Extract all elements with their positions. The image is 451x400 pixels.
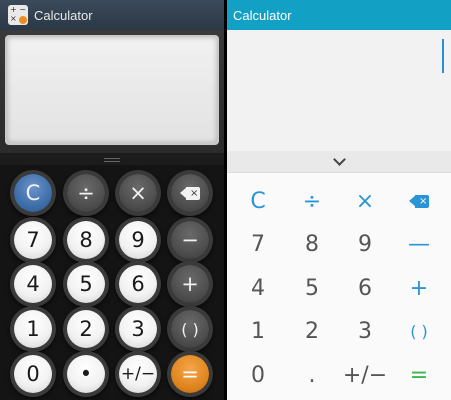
- key-label: 8: [79, 228, 93, 252]
- right-app-title: Calculator: [233, 7, 292, 23]
- key-label: C: [250, 188, 266, 214]
- key-label: 4: [251, 275, 265, 301]
- key-label: 1: [26, 317, 40, 341]
- key-label: •: [79, 362, 93, 386]
- key-label: 4: [26, 272, 40, 296]
- key-divide[interactable]: ÷: [67, 174, 105, 212]
- key-label: 2: [305, 318, 319, 344]
- key-label: −: [181, 228, 199, 252]
- right-title-bar: Calculator: [227, 0, 451, 30]
- left-keypad: C ÷ × × 7 8 9 − 4 5 6 +1 2 3 ( ) 0 • +/− =: [0, 165, 224, 400]
- key-label: —: [408, 231, 430, 257]
- key-label: 3: [358, 318, 372, 344]
- backspace-icon: ×: [180, 186, 200, 200]
- key-label: 6: [358, 275, 372, 301]
- key-1[interactable]: 1: [233, 306, 283, 356]
- key-2[interactable]: 2: [287, 306, 337, 356]
- app-icon-dot: [19, 16, 27, 24]
- key-7[interactable]: 7: [233, 219, 283, 269]
- key-label: ÷: [302, 188, 322, 214]
- key-3[interactable]: 3: [119, 310, 157, 348]
- calculator-app-icon: + − ×: [8, 5, 28, 25]
- key-plusminus[interactable]: +/−: [340, 350, 390, 400]
- left-resize-handle[interactable]: [104, 158, 120, 162]
- key-label: =: [181, 362, 199, 386]
- key-label: .: [308, 362, 316, 388]
- key-minus[interactable]: —: [394, 219, 444, 269]
- key-label: +/−: [342, 362, 388, 388]
- right-keypad: C ÷ × × 7 8 9 — 4 5 6 +1 2 3 ( ) 0. +/− =: [227, 173, 451, 400]
- key-backspace[interactable]: ×: [171, 174, 209, 212]
- key-label: 9: [131, 228, 145, 252]
- key-decimal[interactable]: •: [67, 355, 105, 393]
- key-4[interactable]: 4: [14, 265, 52, 303]
- key-3[interactable]: 3: [340, 306, 390, 356]
- key-0[interactable]: 0: [14, 355, 52, 393]
- key-1[interactable]: 1: [14, 310, 52, 348]
- chevron-down-icon: [332, 152, 346, 166]
- key-plusminus[interactable]: +/−: [119, 355, 157, 393]
- key-label: 9: [358, 231, 372, 257]
- key-equals[interactable]: =: [394, 350, 444, 400]
- left-calculator-window: + − × Calculator C ÷ × × 7 8 9 − 4 5 6 +1 2 3 ( ) 0 • +/−…: [0, 0, 224, 400]
- left-display-area: [0, 30, 224, 153]
- key-label: 3: [131, 317, 145, 341]
- key-label: 0: [251, 362, 265, 388]
- key-clear[interactable]: C: [14, 174, 52, 212]
- key-label: ( ): [181, 319, 199, 339]
- key-decimal[interactable]: .: [287, 350, 337, 400]
- key-9[interactable]: 9: [119, 221, 157, 259]
- key-label: ×: [355, 188, 375, 214]
- left-app-title: Calculator: [34, 7, 93, 23]
- left-display-screen[interactable]: [5, 35, 219, 145]
- key-label: C: [25, 181, 41, 205]
- key-multiply[interactable]: ×: [119, 174, 157, 212]
- key-parentheses[interactable]: ( ): [394, 306, 444, 356]
- key-label: ÷: [77, 181, 95, 205]
- key-0[interactable]: 0: [233, 350, 283, 400]
- key-label: +: [409, 275, 429, 301]
- right-display-screen[interactable]: [227, 30, 451, 151]
- key-minus[interactable]: −: [171, 221, 209, 259]
- key-label: 5: [305, 275, 319, 301]
- key-label: 8: [305, 231, 319, 257]
- key-label: 6: [131, 272, 145, 296]
- text-cursor: [442, 39, 444, 73]
- key-label: ( ): [410, 321, 428, 341]
- left-title-bar: + − × Calculator: [0, 0, 224, 30]
- key-label: =: [409, 362, 429, 388]
- key-2[interactable]: 2: [67, 310, 105, 348]
- key-label: +/−: [120, 364, 156, 384]
- key-label: 5: [79, 272, 93, 296]
- key-label: +: [181, 272, 199, 296]
- key-label: 2: [79, 317, 93, 341]
- right-calculator-window: Calculator C ÷ × × 7 8 9 — 4 5 6 +1 2 3 ( ) 0. +/− =: [227, 0, 451, 400]
- key-5[interactable]: 5: [67, 265, 105, 303]
- key-label: 7: [251, 231, 265, 257]
- key-6[interactable]: 6: [119, 265, 157, 303]
- key-8[interactable]: 8: [287, 219, 337, 269]
- app-icon-glyph: −: [19, 5, 26, 14]
- app-icon-glyph: +: [10, 5, 17, 14]
- key-equals[interactable]: =: [171, 355, 209, 393]
- expand-toggle-bar[interactable]: [227, 151, 451, 173]
- key-7[interactable]: 7: [14, 221, 52, 259]
- key-plus[interactable]: +: [171, 265, 209, 303]
- app-icon-glyph: ×: [10, 14, 17, 23]
- key-label: ×: [129, 181, 147, 205]
- key-label: 0: [26, 362, 40, 386]
- key-label: 1: [251, 318, 265, 344]
- key-label: 7: [26, 228, 40, 252]
- key-8[interactable]: 8: [67, 221, 105, 259]
- key-parentheses[interactable]: ( ): [171, 310, 209, 348]
- key-9[interactable]: 9: [340, 219, 390, 269]
- backspace-icon: ×: [409, 194, 429, 208]
